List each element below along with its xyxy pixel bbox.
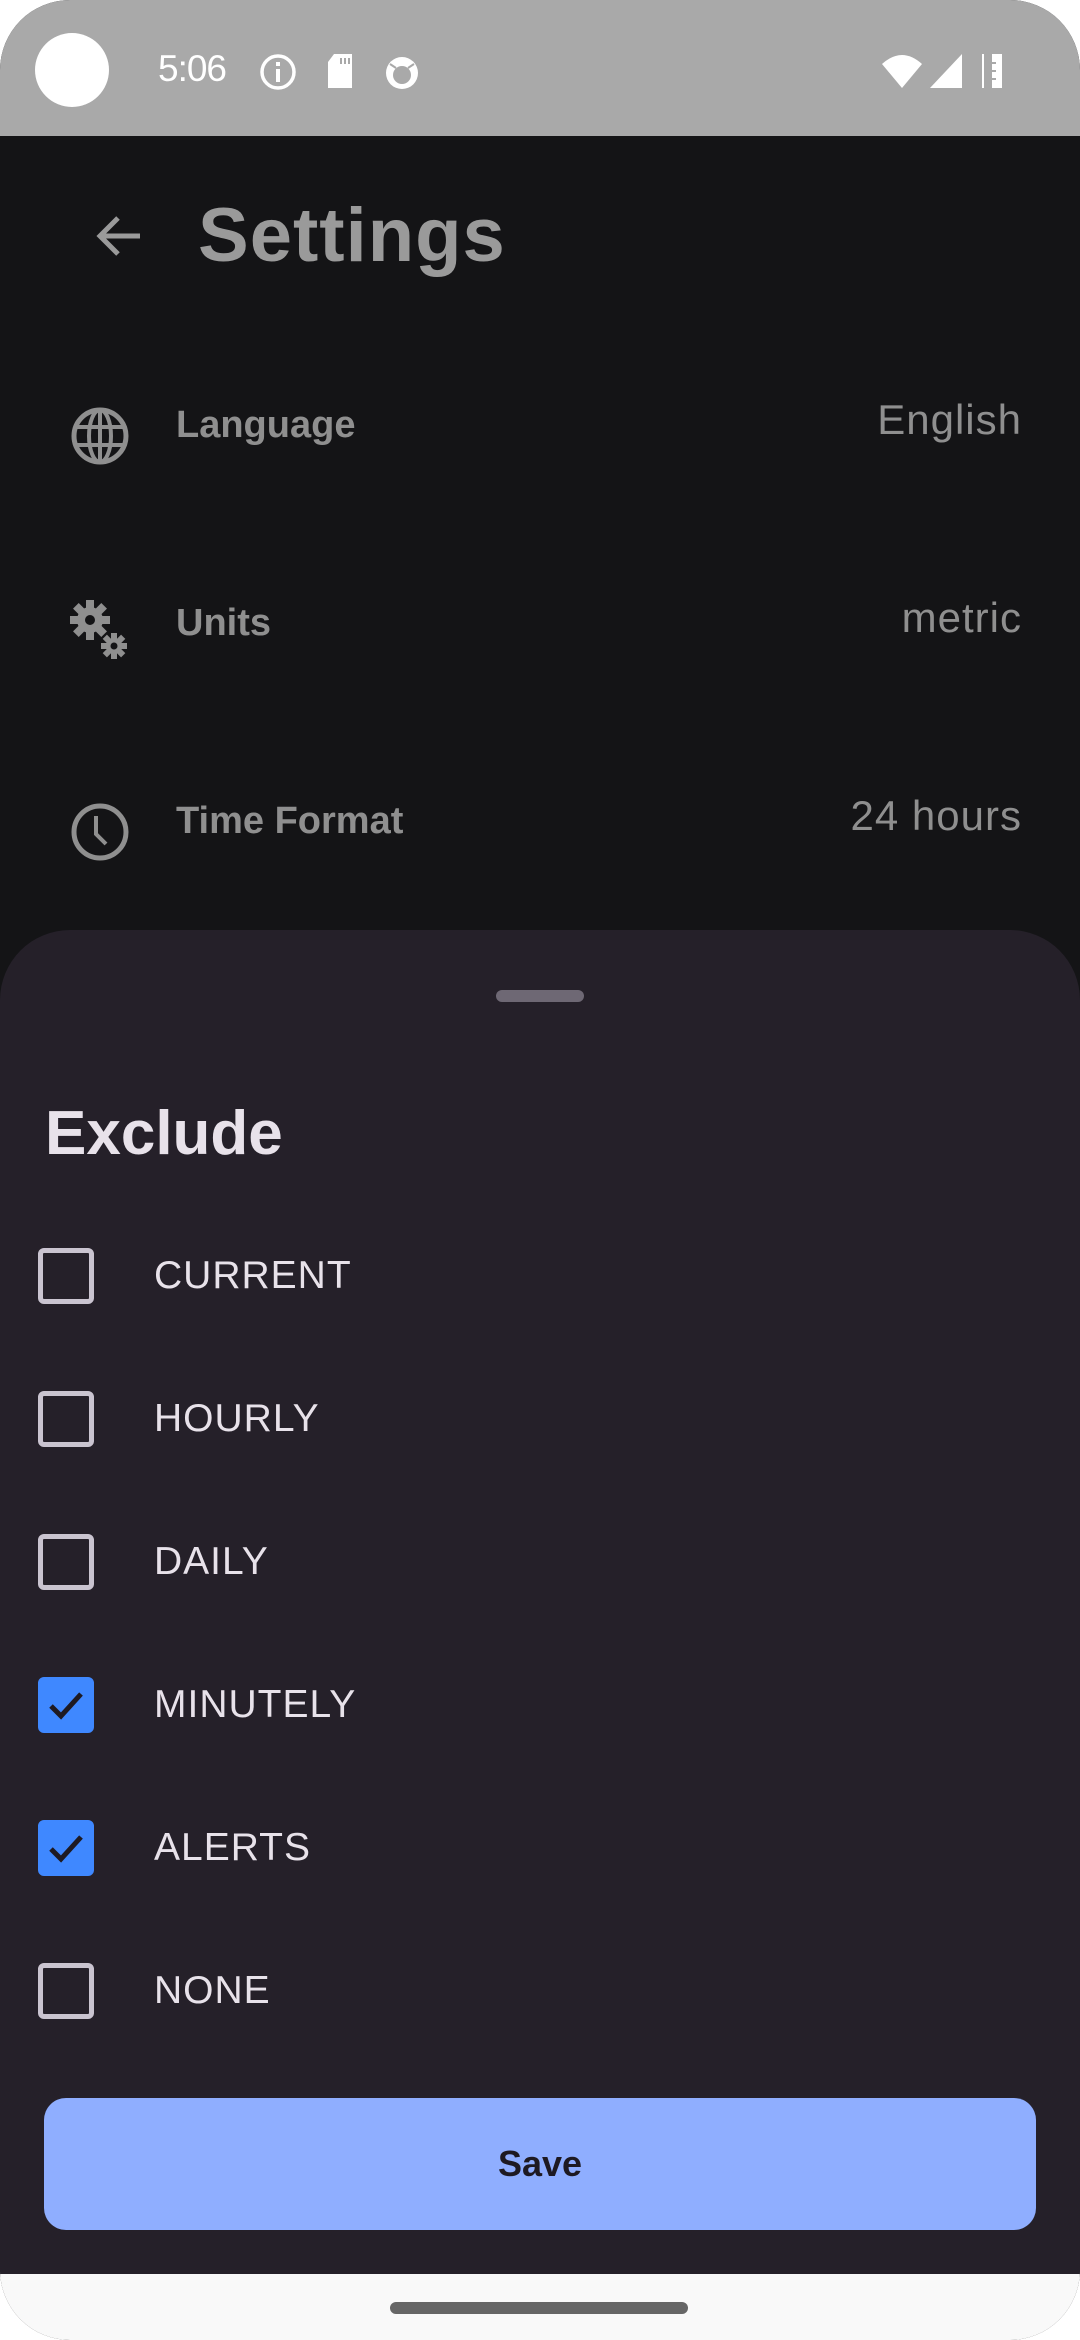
android-debug-icon	[386, 57, 418, 89]
wifi-icon	[882, 55, 922, 88]
exclude-option-current[interactable]: CURRENT	[0, 1218, 1080, 1338]
status-time: 5:06	[158, 48, 227, 89]
sheet-title: Exclude	[45, 1099, 283, 1168]
checkbox-unchecked[interactable]	[38, 1534, 94, 1590]
home-gesture-pill[interactable]	[390, 2302, 688, 2314]
exclude-option-alerts[interactable]: ALERTS	[0, 1790, 1080, 1910]
exclude-option-none[interactable]: NONE	[0, 1933, 1080, 2053]
clock-icon	[71, 803, 129, 861]
phone-screen: 5:06 Settings Language English Units met…	[0, 0, 1080, 2340]
sd-card-icon	[328, 54, 352, 88]
exclude-option-daily[interactable]: DAILY	[0, 1504, 1080, 1624]
setting-label: Language	[176, 404, 356, 446]
cell-signal-icon	[930, 54, 962, 88]
exclude-bottom-sheet: Exclude CURRENT HOURLY DAILY MINUTELY ALERTS…	[0, 930, 1080, 2275]
gears-icon	[70, 600, 127, 659]
battery-icon	[982, 54, 1002, 88]
setting-label: Units	[176, 602, 271, 644]
option-label: NONE	[154, 1969, 271, 2012]
option-label: MINUTELY	[154, 1683, 357, 1726]
checkbox-unchecked[interactable]	[38, 1248, 94, 1304]
setting-value: 24 hours	[850, 792, 1022, 839]
setting-value: metric	[901, 594, 1022, 641]
option-label: DAILY	[154, 1540, 269, 1583]
checkbox-checked[interactable]	[38, 1677, 94, 1733]
drag-handle[interactable]	[496, 990, 584, 1002]
page-title: Settings	[198, 193, 506, 278]
checkbox-unchecked[interactable]	[38, 1963, 94, 2019]
setting-row-time-format[interactable]: Time Format 24 hours	[0, 762, 1080, 892]
checkmark-icon	[49, 1835, 83, 1863]
arrow-left-icon[interactable]	[92, 208, 148, 264]
exclude-option-minutely[interactable]: MINUTELY	[0, 1647, 1080, 1767]
option-label: HOURLY	[154, 1397, 320, 1440]
setting-row-units[interactable]: Units metric	[0, 564, 1080, 694]
checkbox-unchecked[interactable]	[38, 1391, 94, 1447]
exclude-option-hourly[interactable]: HOURLY	[0, 1361, 1080, 1481]
info-icon	[260, 54, 296, 90]
save-button[interactable]: Save	[44, 2098, 1036, 2230]
checkmark-icon	[49, 1692, 83, 1720]
status-bar: 5:06	[0, 0, 1080, 136]
checkbox-checked[interactable]	[38, 1820, 94, 1876]
setting-row-language[interactable]: Language English	[0, 366, 1080, 496]
navigation-bar	[0, 2274, 1080, 2340]
option-label: ALERTS	[154, 1826, 312, 1869]
option-label: CURRENT	[154, 1254, 352, 1297]
camera-cutout	[35, 33, 109, 107]
globe-icon	[71, 407, 129, 465]
setting-value: English	[877, 396, 1022, 443]
setting-label: Time Format	[176, 800, 404, 842]
